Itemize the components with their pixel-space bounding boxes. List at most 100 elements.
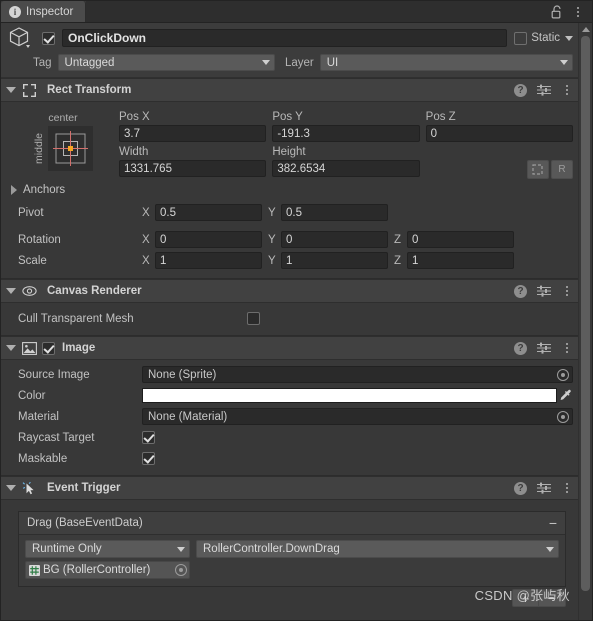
cull-transparent-mesh-checkbox[interactable]: [247, 312, 260, 325]
static-toggle-group[interactable]: Static: [514, 31, 573, 45]
pos-y-input[interactable]: -191.3: [272, 125, 420, 142]
pos-x-input[interactable]: 3.7: [119, 125, 267, 142]
raw-edit-mode-button[interactable]: R: [550, 160, 573, 179]
scale-y-axis-label: Y: [268, 254, 276, 267]
rotation-x-input[interactable]: 0: [155, 231, 262, 248]
preset-icon[interactable]: [537, 482, 551, 494]
runtime-mode-dropdown[interactable]: Runtime Only: [25, 540, 190, 558]
scale-x-value: 1: [160, 254, 167, 267]
raycast-target-checkbox[interactable]: [142, 431, 155, 444]
rotation-y-input[interactable]: 0: [281, 231, 388, 248]
target-object-field[interactable]: BG (RollerController): [25, 561, 190, 579]
preset-icon[interactable]: [537, 342, 551, 354]
scale-y-input[interactable]: 1: [281, 252, 388, 269]
foldout-arrow-icon[interactable]: [11, 185, 17, 195]
height-input[interactable]: 382.6534: [272, 160, 420, 177]
remove-event-button[interactable]: −: [549, 516, 557, 530]
pos-z-input[interactable]: 0: [425, 125, 573, 142]
canvas-renderer-body: Cull Transparent Mesh: [1, 303, 579, 335]
scale-z-value: 1: [412, 254, 419, 267]
chevron-down-icon: [560, 60, 568, 65]
scroll-up-arrow[interactable]: [579, 23, 592, 35]
pivot-x-input[interactable]: 0.5: [155, 204, 262, 221]
anchors-label: Anchors: [23, 184, 66, 196]
scrollbar-thumb[interactable]: [581, 36, 590, 591]
add-listener-button[interactable]: +: [512, 589, 539, 607]
preset-icon[interactable]: [537, 285, 551, 297]
foldout-arrow-icon[interactable]: [6, 288, 16, 294]
blueprint-mode-button[interactable]: [526, 160, 549, 179]
help-icon[interactable]: ?: [514, 341, 527, 355]
remove-listener-button[interactable]: −: [539, 589, 566, 607]
scale-x-input[interactable]: 1: [155, 252, 262, 269]
cull-transparent-mesh-label: Cull Transparent Mesh: [18, 312, 134, 325]
help-icon[interactable]: ?: [514, 481, 527, 495]
image-header[interactable]: Image ?: [1, 336, 579, 360]
foldout-arrow-icon[interactable]: [6, 345, 16, 351]
kebab-menu-icon[interactable]: [561, 286, 573, 296]
scale-y-value: 1: [286, 254, 293, 267]
eyedropper-icon[interactable]: [557, 389, 573, 402]
anchors-foldout[interactable]: Anchors: [7, 181, 573, 199]
pivot-x-value: 0.5: [160, 206, 176, 219]
foldout-arrow-icon[interactable]: [6, 485, 16, 491]
anchor-preset-box[interactable]: [48, 126, 93, 171]
object-picker-icon[interactable]: [557, 368, 569, 381]
help-icon[interactable]: ?: [514, 284, 527, 298]
gameobject-name-input[interactable]: OnClickDown: [62, 29, 508, 47]
pos-y-value: -191.3: [277, 127, 310, 140]
kebab-menu-icon[interactable]: [561, 85, 573, 95]
object-picker-icon[interactable]: [175, 564, 187, 576]
anchor-preset-widget[interactable]: center middle: [7, 110, 119, 179]
lock-open-icon[interactable]: [551, 4, 563, 19]
foldout-arrow-icon[interactable]: [6, 87, 16, 93]
tag-dropdown[interactable]: Untagged: [57, 54, 275, 71]
anchor-preset-vertical-label: middle: [33, 133, 45, 164]
rotation-z-input[interactable]: 0: [407, 231, 514, 248]
width-input[interactable]: 1331.765: [119, 160, 267, 177]
height-label: Height: [272, 146, 306, 158]
material-object-field[interactable]: None (Material): [142, 408, 573, 425]
function-value: RollerController.DownDrag: [203, 543, 340, 555]
tag-value: Untagged: [64, 56, 115, 69]
color-label: Color: [18, 389, 46, 402]
source-image-object-field[interactable]: None (Sprite): [142, 366, 573, 383]
layer-dropdown[interactable]: UI: [319, 54, 573, 71]
pivot-y-input[interactable]: 0.5: [281, 204, 388, 221]
add-new-event-type-bar: Add New Event Type: [7, 607, 573, 620]
rect-transform-header[interactable]: Rect Transform ?: [1, 78, 579, 102]
kebab-menu-icon[interactable]: [572, 6, 584, 17]
maskable-checkbox[interactable]: [142, 452, 155, 465]
event-trigger-header[interactable]: Event Trigger ?: [1, 476, 579, 500]
object-picker-icon[interactable]: [557, 410, 569, 423]
pos-y-label: Pos Y: [272, 111, 303, 123]
info-icon: i: [9, 5, 21, 18]
raycast-target-label: Raycast Target: [18, 431, 95, 444]
rotation-x-axis-label: X: [142, 233, 150, 246]
vertical-scrollbar[interactable]: [578, 23, 592, 620]
help-icon[interactable]: ?: [514, 83, 527, 97]
inspector-content: OnClickDown Static Tag Untagged Layer UI…: [1, 23, 579, 620]
layer-value: UI: [326, 56, 339, 69]
color-swatch[interactable]: [142, 388, 557, 403]
rect-transform-fields: Pos X Pos Y Pos Z 3.7 -191.3 0 Width Hei…: [119, 110, 573, 179]
width-value: 1331.765: [124, 162, 172, 175]
static-checkbox[interactable]: [514, 31, 528, 45]
static-label: Static: [531, 32, 560, 44]
tab-inspector[interactable]: i Inspector: [1, 1, 87, 22]
scale-z-input[interactable]: 1: [407, 252, 514, 269]
rotation-y-value: 0: [286, 233, 293, 246]
canvas-renderer-header[interactable]: Canvas Renderer ?: [1, 279, 579, 303]
tabbar-spacer: [86, 1, 547, 22]
function-dropdown[interactable]: RollerController.DownDrag: [196, 540, 559, 558]
gameobject-enabled-checkbox[interactable]: [42, 31, 55, 45]
event-entry-panel: Drag (BaseEventData) − Runtime Only Roll…: [18, 511, 566, 587]
kebab-menu-icon[interactable]: [561, 483, 573, 493]
chevron-down-icon[interactable]: [565, 35, 573, 41]
rotation-z-axis-label: Z: [394, 233, 402, 246]
preset-icon[interactable]: [537, 84, 551, 96]
source-image-value: None (Sprite): [148, 368, 217, 381]
image-enabled-checkbox[interactable]: [42, 341, 55, 355]
chevron-down-icon: [546, 546, 554, 552]
kebab-menu-icon[interactable]: [561, 343, 573, 353]
